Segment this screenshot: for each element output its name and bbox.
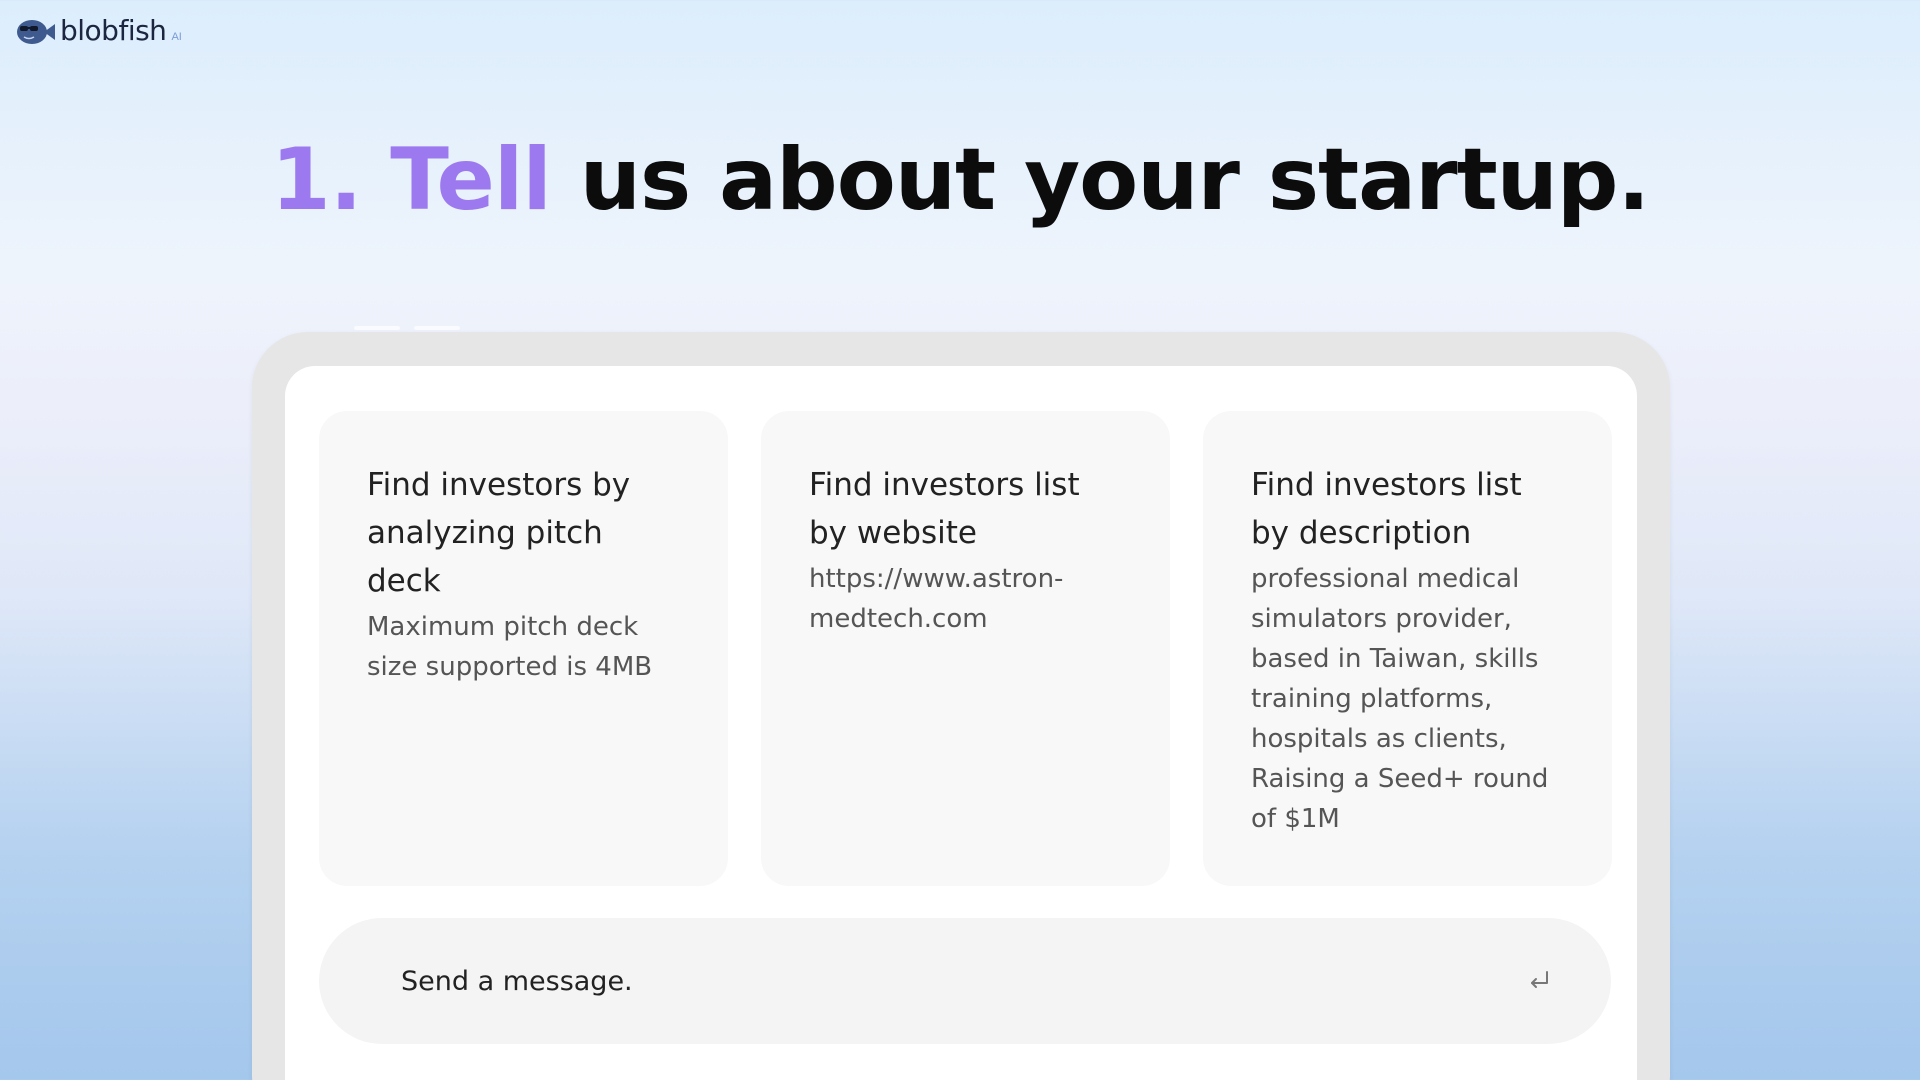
card-pitch-deck[interactable]: Find investors by analyzing pitch deck M…	[319, 411, 728, 886]
ghost-tab-indicator	[414, 326, 460, 330]
message-composer	[319, 918, 1611, 1044]
logo-wordmark: blobfish	[60, 14, 167, 47]
message-input[interactable]	[401, 965, 1519, 997]
card-description: Maximum pitch deck size supported is 4MB	[367, 612, 653, 682]
send-button[interactable]	[1519, 961, 1559, 1001]
page-headline: 1. Tell us about your startup.	[0, 130, 1920, 230]
blobfish-logo-icon	[17, 19, 55, 44]
ghost-tab-indicator	[354, 326, 400, 330]
card-description: https://www.astron-medtech.com	[809, 564, 1064, 634]
logo[interactable]: blobfish AI	[14, 14, 182, 47]
card-website[interactable]: Find investors list by website https://w…	[761, 411, 1170, 886]
card-description-search[interactable]: Find investors list by description profe…	[1203, 411, 1612, 886]
card-title: Find investors list by description	[1251, 467, 1522, 551]
card-title: Find investors by analyzing pitch deck	[367, 467, 631, 599]
headline-rest: us about your startup.	[579, 130, 1650, 230]
card-title: Find investors list by website	[809, 467, 1080, 551]
enter-return-icon	[1531, 971, 1548, 988]
logo-badge: AI	[171, 30, 182, 43]
ghost-tab-indicators	[354, 326, 460, 330]
headline-accent: 1. Tell	[270, 130, 552, 230]
suggestion-cards: Find investors by analyzing pitch deck M…	[319, 411, 1612, 886]
card-description: professional medical simulators provider…	[1251, 564, 1549, 834]
